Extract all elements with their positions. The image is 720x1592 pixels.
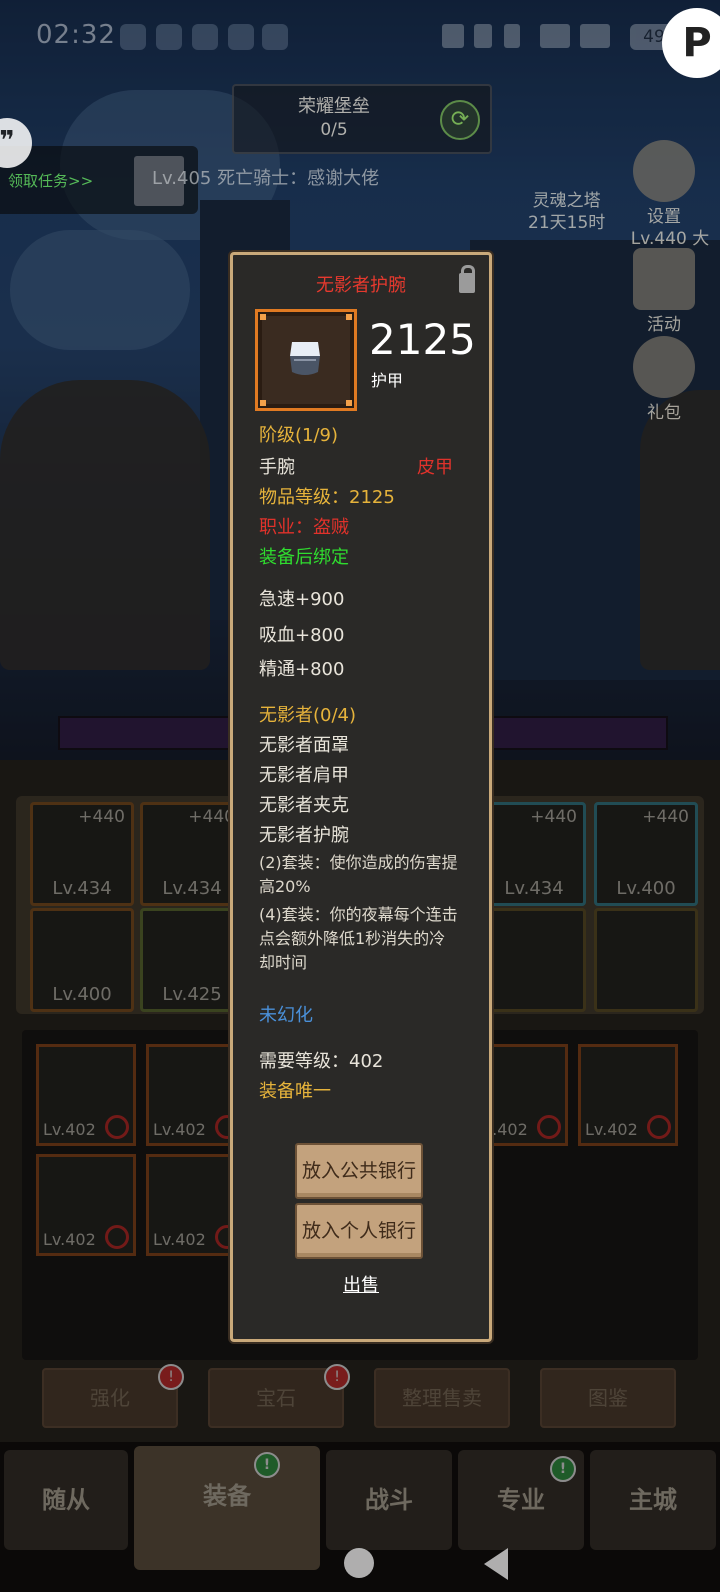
fort-progress: 0/5 (320, 120, 348, 140)
fort-title: 荣耀堡垒 (298, 96, 370, 117)
item-score: 2125 (369, 315, 476, 364)
item-level: 物品等级：2125 (259, 487, 395, 508)
frame-corner (260, 400, 266, 406)
required-level: 需要等级：402 (259, 1051, 384, 1072)
app-notification-icon (120, 24, 146, 50)
activity-label: 活动 (647, 315, 681, 335)
lock-icon[interactable] (459, 265, 475, 293)
gift-icon (633, 336, 695, 398)
sell-button[interactable]: 出售 (233, 1271, 489, 1297)
frame-corner (346, 314, 352, 320)
broadcast-message: Lv.405 死亡骑士：感谢大佬 (152, 168, 380, 189)
gift-button[interactable]: 礼包 (626, 336, 702, 423)
bind-type: 装备后绑定 (259, 547, 349, 568)
item-score-label: 护甲 (371, 371, 404, 390)
set-piece: 无影者护腕 (259, 825, 349, 846)
item-name: 无影者护腕 (316, 275, 406, 296)
status-bar: 02:32 49 (0, 12, 720, 62)
bracer-icon (290, 342, 320, 375)
wifi-icon (540, 24, 570, 48)
set-bonus-4: (4)套装：你的夜幕每个连击点会额外降低1秒消失的冷却时间 (259, 905, 458, 972)
set-piece: 无影者肩甲 (259, 765, 349, 786)
app-notification-icon (156, 24, 182, 50)
glory-fort-panel[interactable]: 荣耀堡垒 0/5 ⟳ (232, 84, 492, 154)
stat-haste: 急速+900 (259, 589, 345, 610)
clock: 02:32 (36, 20, 116, 50)
item-slot: 手腕 (259, 457, 295, 478)
vibrate-icon (504, 24, 520, 48)
tower-timer: 21天15时 (528, 213, 606, 233)
app-notification-icon (262, 24, 288, 50)
stat-leech: 吸血+800 (259, 625, 345, 646)
armor-type: 皮甲 (417, 457, 453, 478)
app-notification-icon (192, 24, 218, 50)
refresh-icon[interactable]: ⟳ (440, 100, 480, 140)
mute-icon (474, 24, 492, 48)
claim-quest-link[interactable]: 领取任务>> (8, 170, 93, 191)
personal-bank-button[interactable]: 放入个人银行 (295, 1203, 423, 1259)
set-piece: 无影者夹克 (259, 795, 349, 816)
nfc-icon (442, 24, 464, 48)
scroll-icon (633, 248, 695, 310)
set-bonus-2: (2)套装：使你造成的伤害提高20% (259, 853, 458, 896)
frame-corner (260, 314, 266, 320)
unique-equip: 装备唯一 (259, 1081, 331, 1102)
gear-icon (633, 140, 695, 202)
item-tier: 阶级(1/9) (259, 425, 339, 446)
stat-mastery: 精通+800 (259, 659, 345, 680)
app-notification-icon (228, 24, 254, 50)
settings-button[interactable]: 设置 (626, 140, 702, 227)
set-piece: 无影者面罩 (259, 735, 349, 756)
activity-button[interactable]: 活动 (626, 248, 702, 335)
frame-corner (346, 400, 352, 406)
gift-label: 礼包 (647, 403, 681, 423)
item-detail-panel: 无影者护腕 2125 护甲 阶级(1/9) 手腕 皮甲 物品等级：2125 职业… (230, 252, 492, 1342)
player-level: Lv.440 大 (630, 229, 710, 249)
set-name: 无影者(0/4) (259, 705, 357, 726)
public-bank-button[interactable]: 放入公共银行 (295, 1143, 423, 1199)
tower-name: 灵魂之塔 (532, 191, 601, 211)
home-button[interactable] (344, 1548, 374, 1578)
signal-icon (580, 24, 610, 48)
soul-tower-label[interactable]: 灵魂之塔 21天15时 (528, 190, 605, 234)
item-icon-frame (255, 309, 357, 411)
transmog-status: 未幻化 (259, 1005, 313, 1026)
class-requirement: 职业：盗贼 (259, 517, 349, 538)
back-button[interactable] (484, 1548, 508, 1580)
